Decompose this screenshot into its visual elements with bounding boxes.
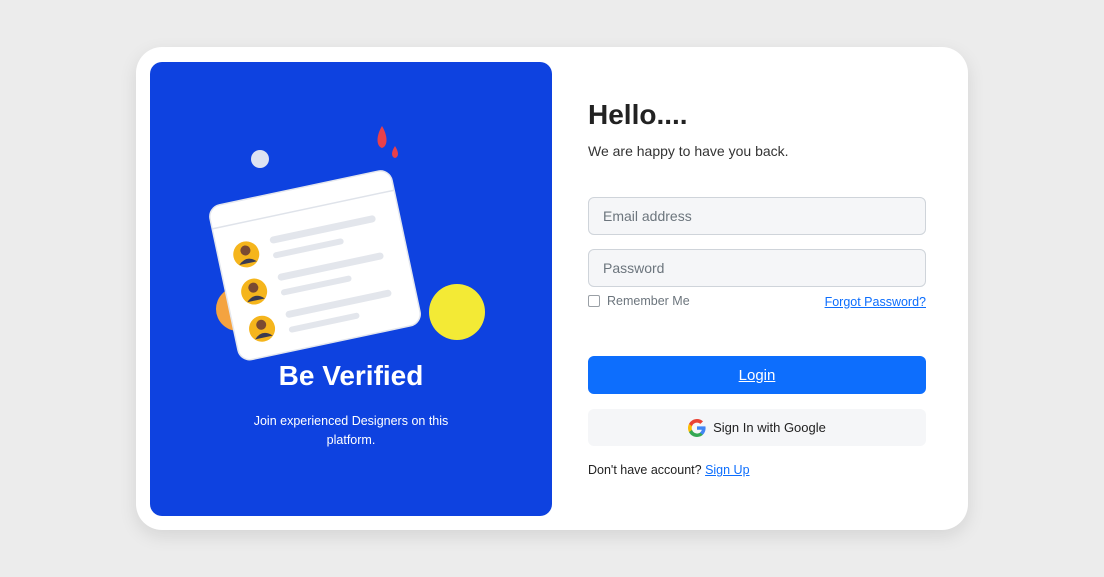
google-signin-button[interactable]: Sign In with Google: [588, 409, 926, 446]
verified-illustration: [209, 126, 485, 361]
no-account-text: Don't have account?: [588, 463, 702, 477]
email-input[interactable]: [588, 197, 926, 235]
user-list-card: [209, 170, 421, 361]
yellow-circle: [429, 284, 485, 340]
login-button[interactable]: Login: [588, 356, 926, 394]
google-icon: [688, 418, 706, 437]
decor-dot: [251, 150, 269, 168]
forgot-password-link[interactable]: Forgot Password?: [825, 295, 926, 309]
login-card: Be Verified Join experienced Designers o…: [136, 47, 968, 530]
remember-me-checkbox[interactable]: [588, 295, 600, 307]
login-form: Hello.... We are happy to have you back.…: [588, 47, 928, 530]
page-title: Hello....: [588, 99, 688, 130]
red-drop-icon: [392, 146, 398, 158]
signup-row: Don't have account? Sign Up: [588, 463, 750, 477]
google-signin-label: Sign In with Google: [713, 420, 826, 435]
promo-title: Be Verified: [278, 360, 424, 391]
remember-me-label: Remember Me: [607, 294, 690, 308]
promo-subtitle: Join experienced Designers on this platf…: [253, 414, 449, 447]
promo-panel: Be Verified Join experienced Designers o…: [150, 62, 552, 516]
signup-link[interactable]: Sign Up: [705, 463, 749, 477]
password-input[interactable]: [588, 249, 926, 287]
remember-me[interactable]: Remember Me: [588, 294, 690, 308]
page-subtitle: We are happy to have you back.: [588, 143, 789, 159]
red-drop-icon: [377, 126, 387, 148]
